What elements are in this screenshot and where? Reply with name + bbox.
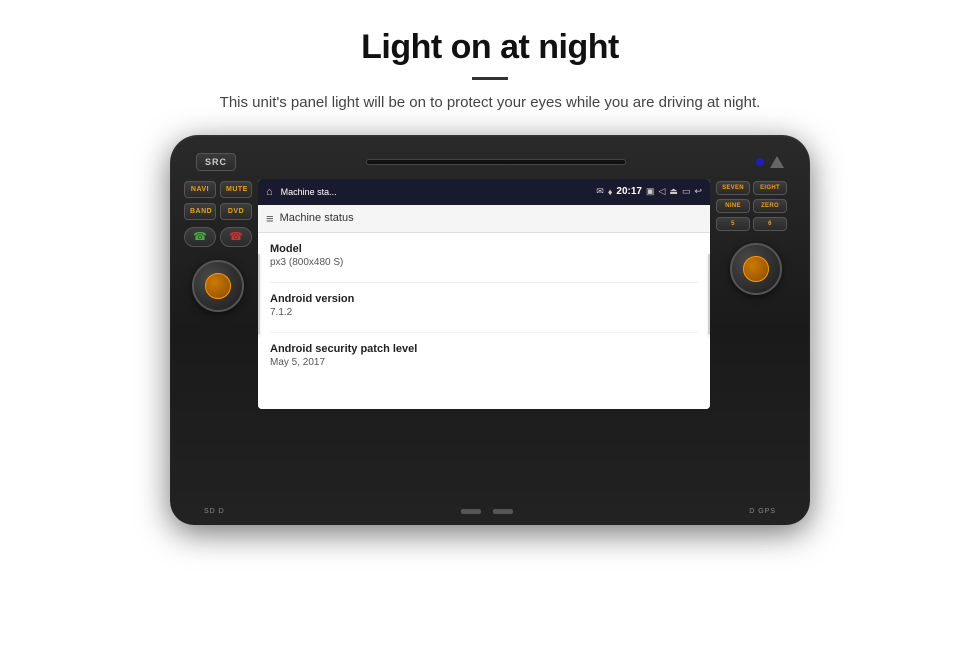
- status-icons: ✉ ♦ 20:17 ▣ ◁ ⏏ ▭ ↩: [596, 186, 702, 197]
- call-accept-button[interactable]: ☎: [184, 227, 216, 247]
- back-icon: ↩: [694, 186, 702, 197]
- photo-icon: ▣: [646, 186, 655, 197]
- device-wrapper: SRC NAVI MUTE BAND DVD ☎: [170, 135, 810, 525]
- stereo-top-bar: SRC: [184, 149, 796, 175]
- model-label: Model: [270, 243, 698, 255]
- indicator-dot: [756, 158, 764, 166]
- model-value: px3 (800x480 S): [270, 257, 698, 268]
- eject-icon: ⏏: [669, 186, 678, 197]
- page-header: Light on at night This unit's panel ligh…: [0, 0, 980, 125]
- page-subtitle: This unit's panel light will be on to pr…: [40, 92, 940, 115]
- info-item-security: Android security patch level May 5, 2017: [270, 343, 698, 368]
- src-button[interactable]: SRC: [196, 153, 236, 171]
- connector-1: [461, 509, 481, 514]
- left-knob[interactable]: [192, 260, 244, 312]
- right-knob[interactable]: [730, 243, 782, 295]
- band-dvd-row: BAND DVD: [184, 203, 252, 220]
- android-toolbar: ≡ Machine status: [258, 205, 710, 233]
- stereo-bottom: SD D D GPS: [184, 504, 796, 515]
- screen-area: ⌂ Machine sta... ✉ ♦ 20:17 ▣ ◁ ⏏ ▭ ↩: [258, 179, 710, 409]
- eject-button[interactable]: [770, 156, 784, 168]
- dvd-button[interactable]: DVD: [220, 203, 252, 220]
- status-time: 20:17: [616, 186, 642, 197]
- connector-2: [493, 509, 513, 514]
- navi-mute-row: NAVI MUTE: [184, 181, 252, 198]
- screen-icon: ▭: [682, 186, 691, 197]
- white-tab-left: [258, 254, 260, 334]
- status-app-name: Machine sta...: [281, 187, 593, 197]
- car-stereo: SRC NAVI MUTE BAND DVD ☎: [170, 135, 810, 525]
- left-panel: NAVI MUTE BAND DVD ☎ ☎: [184, 179, 252, 312]
- info-item-model: Model px3 (800x480 S): [270, 243, 698, 268]
- toolbar-title: Machine status: [280, 212, 354, 224]
- android-statusbar: ⌂ Machine sta... ✉ ♦ 20:17 ▣ ◁ ⏏ ▭ ↩: [258, 179, 710, 205]
- btn-6[interactable]: 6: [753, 217, 787, 231]
- gps-label: D GPS: [749, 508, 776, 515]
- security-value: May 5, 2017: [270, 357, 698, 368]
- top-right-buttons: [756, 156, 784, 168]
- nine-button[interactable]: NINE: [716, 199, 750, 213]
- right-knob-area: [716, 243, 796, 295]
- right-knob-inner: [743, 256, 769, 282]
- right-panel: SEVEN EIGHT NINE ZERO 5 6: [716, 179, 796, 295]
- divider-2: [270, 332, 698, 333]
- sd-label: SD D: [204, 508, 225, 515]
- phone-buttons: ☎ ☎: [184, 227, 252, 247]
- divider-1: [270, 282, 698, 283]
- white-tab-right: [708, 254, 710, 334]
- cd-slot: [366, 159, 626, 165]
- knob-inner: [205, 273, 231, 299]
- bottom-connectors: [461, 509, 513, 514]
- home-icon[interactable]: ⌂: [266, 186, 273, 198]
- stereo-main: NAVI MUTE BAND DVD ☎ ☎: [184, 179, 796, 504]
- menu-icon[interactable]: ≡: [266, 211, 274, 226]
- mute-button[interactable]: MUTE: [220, 181, 252, 198]
- eight-button[interactable]: EIGHT: [753, 181, 787, 195]
- android-ui: ⌂ Machine sta... ✉ ♦ 20:17 ▣ ◁ ⏏ ▭ ↩: [258, 179, 710, 409]
- seven-button[interactable]: SEVEN: [716, 181, 750, 195]
- page-title: Light on at night: [40, 28, 940, 67]
- nine-zero-row: NINE ZERO: [716, 199, 796, 213]
- left-knob-area: [184, 260, 252, 312]
- message-icon: ✉: [596, 186, 604, 197]
- info-item-android-version: Android version 7.1.2: [270, 293, 698, 318]
- zero-button[interactable]: ZERO: [753, 199, 787, 213]
- seven-eight-row: SEVEN EIGHT: [716, 181, 796, 195]
- security-label: Android security patch level: [270, 343, 698, 355]
- vol-icon: ◁: [659, 186, 666, 197]
- location-icon: ♦: [608, 187, 613, 197]
- call-end-button[interactable]: ☎: [220, 227, 252, 247]
- band-button[interactable]: BAND: [184, 203, 216, 220]
- navi-button[interactable]: NAVI: [184, 181, 216, 198]
- android-version-value: 7.1.2: [270, 307, 698, 318]
- extra-btn-row: 5 6: [716, 217, 796, 231]
- android-version-label: Android version: [270, 293, 698, 305]
- android-content: Model px3 (800x480 S) Android version 7.…: [258, 233, 710, 409]
- title-divider: [472, 77, 508, 80]
- btn-5[interactable]: 5: [716, 217, 750, 231]
